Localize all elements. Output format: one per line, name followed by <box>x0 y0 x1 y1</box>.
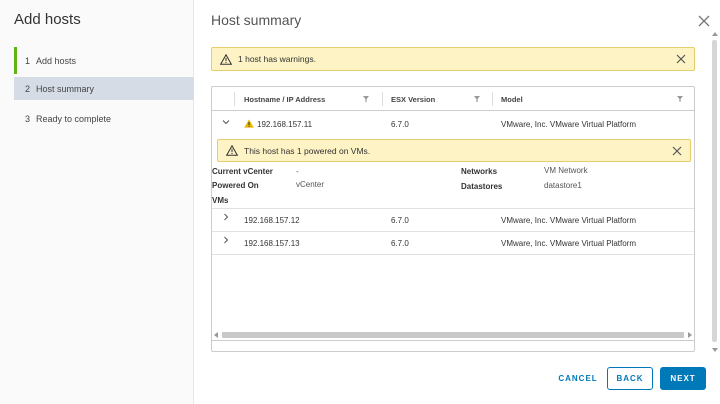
chevron-right-icon[interactable] <box>222 213 230 221</box>
scrollbar-thumb[interactable] <box>712 40 717 342</box>
wizard-title: Add hosts <box>14 11 81 28</box>
step-label: Host summary <box>36 83 95 94</box>
close-icon[interactable] <box>697 14 711 28</box>
esx-version: 6.7.0 <box>391 119 409 129</box>
scroll-left-icon[interactable] <box>214 332 218 338</box>
host-warning-alert: This host has 1 powered on VMs. <box>217 139 691 162</box>
wizard-step-add-hosts[interactable]: 1 Add hosts <box>14 47 194 74</box>
step-number: 3 <box>25 113 31 124</box>
table-row[interactable]: 192.168.157.13 6.7.0 VMware, Inc. VMware… <box>212 232 694 255</box>
host-ip: 192.168.157.13 <box>244 238 300 248</box>
page-title: Host summary <box>211 12 302 28</box>
powered-on-vms-label: Powered On <box>212 181 259 190</box>
filter-icon[interactable] <box>474 96 480 102</box>
warning-alert-text: 1 host has warnings. <box>238 54 316 64</box>
host-warning-text: This host has 1 powered on VMs. <box>244 145 371 156</box>
table-row[interactable]: 192.168.157.12 6.7.0 VMware, Inc. VMware… <box>212 209 694 232</box>
filter-icon[interactable] <box>363 96 369 102</box>
powered-on-vms-label-cont: VMs <box>212 196 229 205</box>
cancel-button[interactable]: CANCEL <box>555 367 601 390</box>
host-ip: 192.168.157.11 <box>257 119 313 129</box>
scroll-up-icon[interactable] <box>712 32 718 36</box>
host-ip: 192.168.157.12 <box>244 215 300 225</box>
step-number: 1 <box>25 55 31 66</box>
wizard-sidebar: Add hosts 1 Add hosts 2 Host summary 3 R… <box>0 0 194 404</box>
scroll-down-icon[interactable] <box>712 348 718 352</box>
warning-icon <box>244 119 254 128</box>
next-button[interactable]: NEXT <box>660 367 706 390</box>
table-row[interactable]: 192.168.157.11 6.7.0 VMware, Inc. VMware… <box>212 112 694 136</box>
close-alert-icon[interactable] <box>676 54 686 64</box>
step-label: Ready to complete <box>36 113 112 124</box>
chevron-down-icon[interactable] <box>222 118 230 126</box>
vertical-scrollbar[interactable] <box>710 31 719 353</box>
networks-value: VM Network <box>544 166 588 175</box>
datagrid-header: Hostname / IP Address ESX Version Model <box>212 87 694 111</box>
column-separator <box>382 92 383 106</box>
scroll-right-icon[interactable] <box>688 332 692 338</box>
networks-label: Networks <box>461 167 498 176</box>
datastores-label: Datastores <box>461 182 503 191</box>
current-vcenter-label: Current vCenter <box>212 167 273 176</box>
step-number: 2 <box>25 83 31 94</box>
horizontal-scrollbar[interactable] <box>212 330 694 340</box>
chevron-right-icon[interactable] <box>222 236 230 244</box>
esx-version: 6.7.0 <box>391 238 409 248</box>
column-separator <box>234 92 235 106</box>
wizard-step-host-summary[interactable]: 2 Host summary <box>14 77 194 100</box>
esx-version: 6.7.0 <box>391 215 409 225</box>
column-header-model[interactable]: Model <box>501 87 523 111</box>
warning-icon <box>220 53 232 65</box>
warning-alert: 1 host has warnings. <box>211 47 695 71</box>
model: VMware, Inc. VMware Virtual Platform <box>501 119 637 129</box>
column-separator <box>492 92 493 106</box>
model: VMware, Inc. VMware Virtual Platform <box>501 215 637 225</box>
current-vcenter-value: - <box>296 167 299 176</box>
warning-icon <box>226 145 238 156</box>
row-detail-pane: This host has 1 powered on VMs. Current … <box>212 137 694 207</box>
back-button[interactable]: BACK <box>607 367 653 390</box>
scrollbar-thumb[interactable] <box>222 332 684 338</box>
model: VMware, Inc. VMware Virtual Platform <box>501 238 637 248</box>
datastores-value: datastore1 <box>544 181 582 190</box>
column-header-esx-version[interactable]: ESX Version <box>391 87 435 111</box>
column-header-hostname[interactable]: Hostname / IP Address <box>244 87 325 111</box>
filter-icon[interactable] <box>677 96 683 102</box>
wizard-step-ready-to-complete[interactable]: 3 Ready to complete <box>14 107 194 130</box>
step-label: Add hosts <box>36 55 77 66</box>
datagrid-footer <box>212 340 694 351</box>
close-alert-icon[interactable] <box>672 146 682 156</box>
powered-on-vms-value: vCenter <box>296 180 325 189</box>
hosts-datagrid: Hostname / IP Address ESX Version Model … <box>211 86 695 352</box>
